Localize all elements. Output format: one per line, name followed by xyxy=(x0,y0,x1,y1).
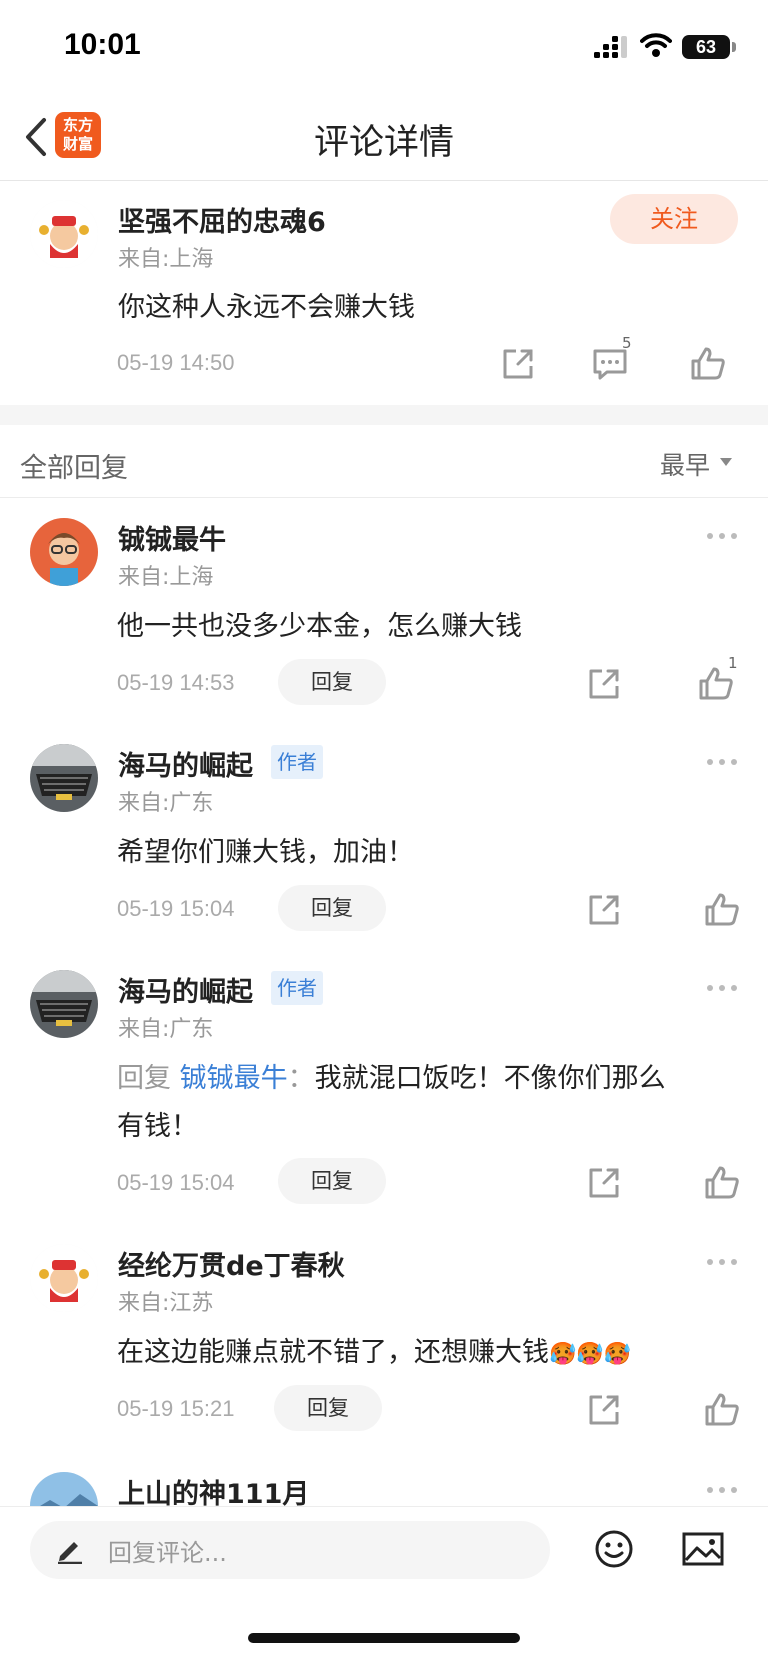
follow-button[interactable]: 关注 xyxy=(610,194,738,244)
section-gap xyxy=(0,405,768,425)
reply-button[interactable]: 回复 xyxy=(278,885,386,931)
reply-text: 希望你们赚大钱，加油！ xyxy=(117,837,414,868)
reply-date: 05-19 15:04 xyxy=(117,896,235,921)
reply-location: 来自:江苏 xyxy=(118,1291,214,1316)
reply-location: 来自:广东 xyxy=(118,1017,214,1042)
like-icon[interactable] xyxy=(702,890,742,930)
reply-date: 05-19 15:21 xyxy=(117,1396,235,1421)
all-replies-title: 全部回复 xyxy=(20,453,128,484)
comment-username[interactable]: 坚强不屈的忠魂6 xyxy=(118,200,326,239)
like-count: 1 xyxy=(728,654,738,672)
more-icon[interactable] xyxy=(706,758,738,766)
more-icon[interactable] xyxy=(706,1486,738,1494)
reply-text: 他一共也没多少本金，怎么赚大钱 xyxy=(117,611,522,642)
reply-username[interactable]: 经纶万贯de丁春秋 xyxy=(118,1244,345,1283)
reply-text-line-1: 回复 铖铖最牛：我就混口饭吃！不像你们那么 xyxy=(117,1056,666,1095)
reply-date: 05-19 14:53 xyxy=(117,670,235,695)
reply-to-user-link[interactable]: 铖铖最牛 xyxy=(180,1063,288,1094)
share-icon[interactable] xyxy=(584,664,624,704)
image-icon[interactable] xyxy=(682,1532,724,1568)
avatar[interactable] xyxy=(30,744,98,812)
chevron-down-icon[interactable] xyxy=(720,458,732,466)
reply-colon: ： xyxy=(287,1063,315,1094)
comment-text: 你这种人永远不会赚大钱 xyxy=(118,292,415,323)
reply-username[interactable]: 海马的崛起 xyxy=(118,744,253,783)
reply-button[interactable]: 回复 xyxy=(274,1385,382,1431)
like-icon[interactable] xyxy=(702,1390,742,1430)
reply-location: 来自:上海 xyxy=(118,565,214,590)
battery-indicator: 63 xyxy=(682,35,730,59)
avatar[interactable] xyxy=(30,200,98,268)
pencil-icon xyxy=(58,1542,82,1564)
home-indicator xyxy=(248,1633,520,1643)
comment-location: 来自:上海 xyxy=(118,247,214,272)
like-icon[interactable] xyxy=(688,344,728,384)
reply-text: 我就混口饭吃！不像你们那么 xyxy=(314,1063,666,1094)
avatar[interactable] xyxy=(30,970,98,1038)
author-badge: 作者 xyxy=(271,745,323,779)
share-icon[interactable] xyxy=(584,890,624,930)
reply-prefix: 回复 xyxy=(117,1063,171,1094)
reply-text: 在这边能赚点就不错了，还想赚大钱 xyxy=(117,1337,549,1368)
emoji-icon[interactable] xyxy=(594,1529,634,1569)
more-icon[interactable] xyxy=(706,1258,738,1266)
like-icon[interactable] xyxy=(702,1163,742,1203)
avatar-image xyxy=(30,1244,98,1312)
avatar[interactable] xyxy=(30,518,98,586)
comment-date: 05-19 14:50 xyxy=(117,350,235,375)
reply-button[interactable]: 回复 xyxy=(278,1158,386,1204)
nav-divider xyxy=(0,180,768,181)
cellular-signal-icon xyxy=(594,36,627,58)
page-title: 评论详情 xyxy=(313,123,454,163)
avatar-image xyxy=(30,744,98,812)
reply-username[interactable]: 铖铖最牛 xyxy=(118,518,226,557)
bottom-divider xyxy=(0,1506,768,1507)
header-divider xyxy=(0,497,768,498)
battery-tip xyxy=(732,42,736,52)
avatar-image xyxy=(30,970,98,1038)
share-icon[interactable] xyxy=(584,1163,624,1203)
reply-text-line-2: 有钱！ xyxy=(117,1111,198,1142)
reply-username[interactable]: 海马的崛起 xyxy=(118,970,253,1009)
reply-location: 来自:广东 xyxy=(118,791,214,816)
emoji-row: 🥵🥵🥵 xyxy=(549,1342,632,1367)
more-icon[interactable] xyxy=(706,984,738,992)
author-badge: 作者 xyxy=(271,971,323,1005)
share-icon[interactable] xyxy=(584,1390,624,1430)
sort-dropdown[interactable]: 最早 xyxy=(660,446,710,482)
wifi-icon xyxy=(640,33,672,57)
comment-count: 5 xyxy=(622,334,632,352)
avatar[interactable] xyxy=(30,1244,98,1312)
avatar-image xyxy=(30,518,98,586)
reply-text-line: 在这边能赚点就不错了，还想赚大钱🥵🥵🥵 xyxy=(117,1330,631,1369)
status-time: 10:01 xyxy=(64,28,141,61)
reply-button[interactable]: 回复 xyxy=(278,659,386,705)
avatar-image xyxy=(30,200,98,268)
more-icon[interactable] xyxy=(706,532,738,540)
share-icon[interactable] xyxy=(498,344,538,384)
reply-input-placeholder: 回复评论... xyxy=(108,1539,227,1567)
reply-date: 05-19 15:04 xyxy=(117,1170,235,1195)
